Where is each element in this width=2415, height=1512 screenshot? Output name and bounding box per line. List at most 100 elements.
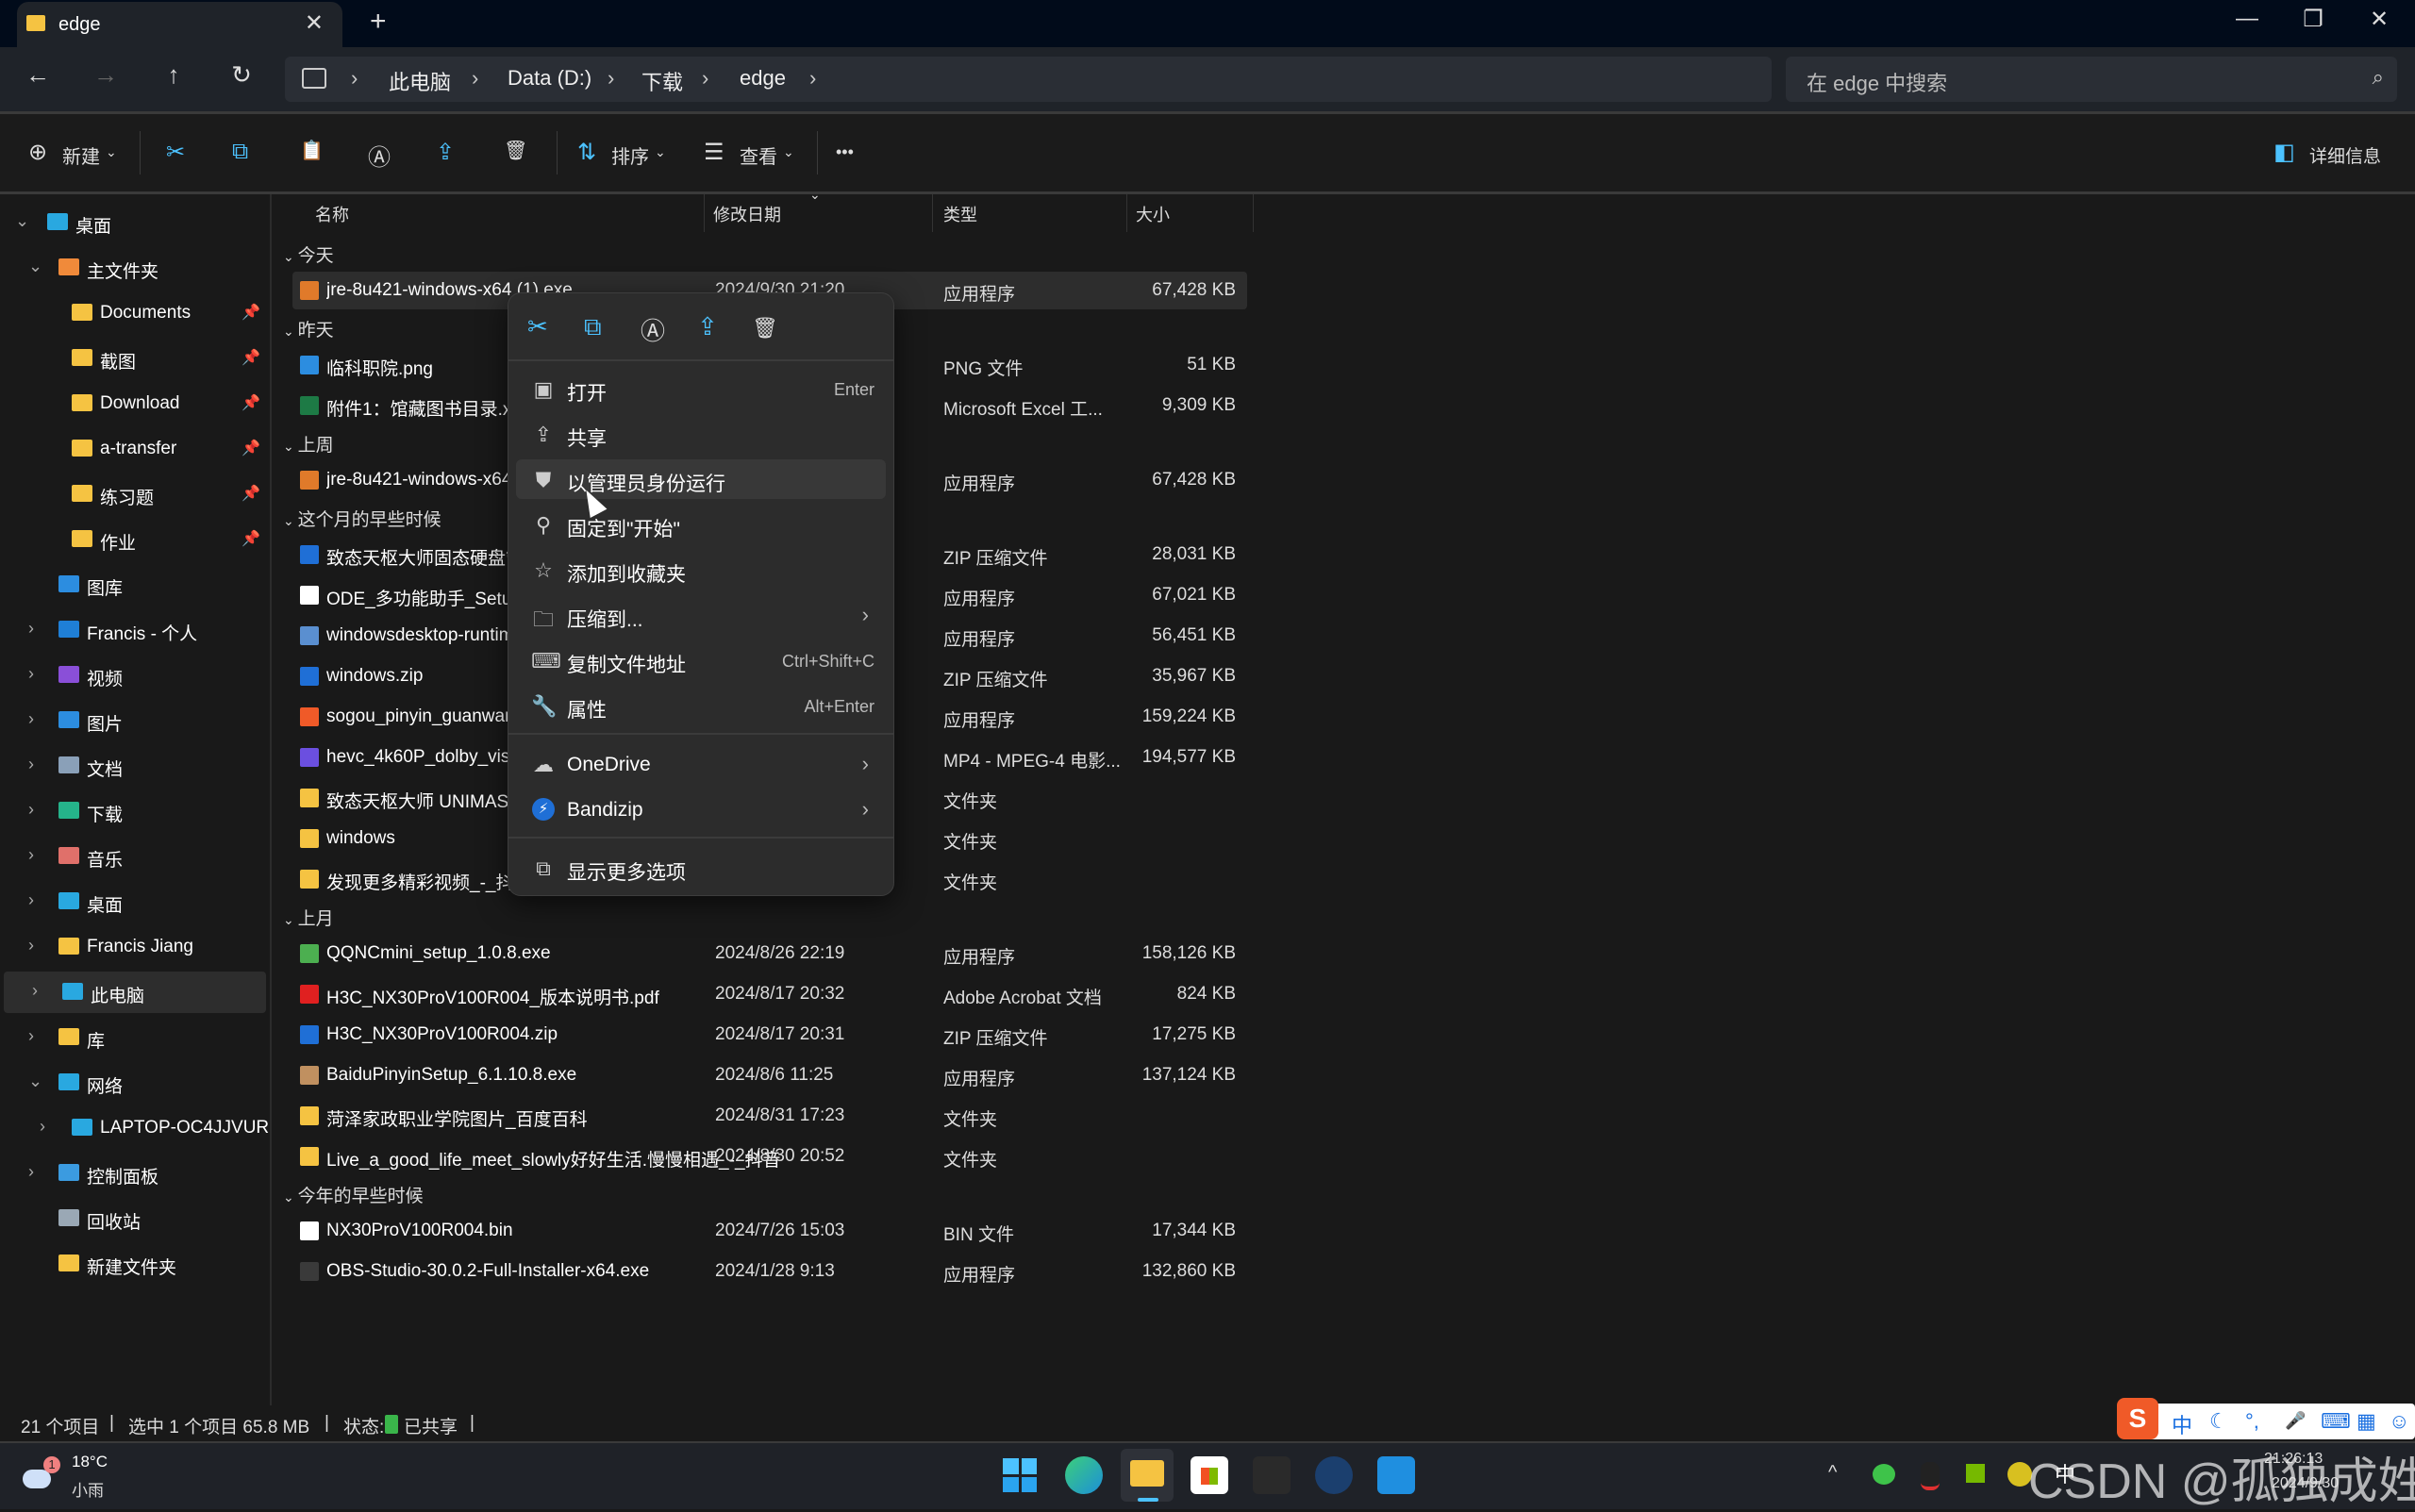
sidebar-item[interactable]: › 此电脑	[4, 972, 266, 1013]
chevron-right-icon[interactable]: ›	[32, 981, 38, 1001]
menu-item-compress-to[interactable]: 🗀 压缩到... ›	[516, 595, 886, 635]
weather-temp[interactable]: 18°C	[72, 1453, 108, 1471]
breadcrumb-chevron[interactable]: ›	[351, 66, 358, 91]
menu-item-onedrive[interactable]: ☁ OneDrive ›	[516, 744, 886, 784]
file-row[interactable]: H3C_NX30ProV100R004_版本说明书.pdf 2024/8/17 2…	[292, 975, 1247, 1013]
toolbox-icon[interactable]: ▦	[2357, 1409, 2376, 1434]
chevron-right-icon[interactable]: ›	[28, 709, 34, 729]
sidebar-item[interactable]: › 音乐	[0, 836, 268, 877]
menu-item-properties[interactable]: 🔧 属性 Alt+Enter	[516, 686, 886, 725]
file-explorer-taskbar-button[interactable]	[1121, 1449, 1174, 1502]
breadcrumb-chevron[interactable]: ›	[472, 66, 478, 91]
chevron-down-icon[interactable]: ⌄	[15, 211, 29, 231]
column-type[interactable]: 类型	[943, 202, 977, 226]
menu-item-show-more-options[interactable]: ⧉ 显示更多选项	[516, 848, 886, 888]
menu-item-run-as-admin[interactable]: ⛊ 以管理员身份运行	[516, 459, 886, 499]
sidebar-item[interactable]: 练习题 📌	[0, 474, 268, 515]
punctuation-icon[interactable]: °,	[2245, 1409, 2259, 1434]
breadcrumb-chevron[interactable]: ›	[608, 66, 614, 91]
file-row[interactable]: 菏泽家政职业学院图片_百度百科 2024/8/31 17:23 文件夹	[292, 1097, 1247, 1135]
sidebar-item[interactable]: a-transfer 📌	[0, 428, 268, 470]
sidebar-item[interactable]: › LAPTOP-OC4JJVUR	[0, 1107, 269, 1149]
new-button[interactable]: 新建	[62, 141, 100, 169]
sogou-logo-icon[interactable]: S	[2117, 1398, 2158, 1439]
sidebar-item[interactable]: › Francis - 个人	[0, 609, 268, 651]
search-icon[interactable]: ⌕	[2373, 65, 2384, 90]
details-pane-icon[interactable]: ◧	[2273, 139, 2295, 166]
rename-icon[interactable]: Ⓐ	[641, 312, 665, 347]
sidebar-item[interactable]: › 视频	[0, 655, 268, 696]
weather-widget[interactable]: 1	[23, 1456, 60, 1490]
wechat-icon[interactable]	[1873, 1464, 1895, 1485]
sidebar-item[interactable]: ⌄ 桌面	[0, 202, 268, 243]
chevron-down-icon[interactable]: ⌄	[655, 144, 666, 160]
file-row[interactable]: BaiduPinyinSetup_6.1.10.8.exe 2024/8/6 11…	[292, 1056, 1247, 1094]
chevron-down-icon[interactable]: ⌄	[28, 1072, 42, 1091]
cut-icon[interactable]: ✂	[527, 312, 548, 341]
game-app-icon[interactable]	[1253, 1456, 1291, 1494]
sidebar-item[interactable]: ⌄ 主文件夹	[0, 247, 268, 289]
sidebar-item[interactable]: ⌄ 网络	[0, 1062, 268, 1104]
chevron-down-icon[interactable]: ⌄	[283, 1189, 298, 1205]
more-options-button[interactable]: •••	[836, 142, 854, 162]
breadcrumb-downloads[interactable]: 下载	[641, 66, 683, 96]
ime-chinese-mode[interactable]: 中	[2172, 1409, 2192, 1439]
column-date[interactable]: 修改日期	[713, 202, 781, 226]
breadcrumb-this-pc[interactable]: 此电脑	[389, 66, 451, 96]
details-button[interactable]: 详细信息	[2309, 142, 2381, 168]
file-row[interactable]: Live_a_good_life_meet_slowly好好生活.慢慢相遇_-_…	[292, 1138, 1247, 1175]
copy-button[interactable]: ⧉	[232, 139, 248, 165]
chevron-down-icon[interactable]: ⌄	[283, 324, 298, 339]
microsoft-store-icon[interactable]	[1191, 1456, 1228, 1494]
menu-item-bandizip[interactable]: ⚡ Bandizip ›	[516, 789, 886, 829]
sidebar-item[interactable]: Download 📌	[0, 383, 268, 424]
breadcrumb-chevron[interactable]: ›	[809, 66, 816, 91]
chevron-down-icon[interactable]: ⌄	[28, 257, 42, 276]
chevron-right-icon[interactable]: ›	[28, 890, 34, 910]
sidebar-item[interactable]: 作业 📌	[0, 519, 268, 560]
sidebar-item[interactable]: › 库	[0, 1017, 268, 1058]
chevron-down-icon[interactable]: ⌄	[106, 144, 117, 160]
skin-icon[interactable]: ☺	[2389, 1409, 2409, 1434]
menu-item-pin-to-start[interactable]: ⚲ 固定到"开始"	[516, 505, 886, 544]
menu-item-open[interactable]: ▣ 打开 Enter	[516, 369, 886, 408]
file-row[interactable]: OBS-Studio-30.0.2-Full-Installer-x64.exe…	[292, 1253, 1247, 1290]
refresh-button[interactable]: ↻	[223, 60, 260, 90]
chevron-down-icon[interactable]: ⌄	[783, 144, 794, 160]
sidebar-item[interactable]: Documents 📌	[0, 292, 268, 334]
sidebar-item[interactable]: › Francis Jiang	[0, 926, 268, 968]
rename-button[interactable]: Ⓐ	[368, 139, 391, 172]
sidebar-item[interactable]: › 下载	[0, 790, 268, 832]
chevron-right-icon[interactable]: ›	[28, 755, 34, 774]
chevron-right-icon[interactable]: ›	[28, 800, 34, 820]
breadcrumb-edge[interactable]: edge	[740, 66, 786, 91]
group-header[interactable]: ⌄ 上月	[283, 905, 334, 930]
moon-icon[interactable]: ☾	[2209, 1409, 2228, 1434]
column-name[interactable]: 名称	[315, 202, 349, 226]
sort-icon[interactable]: ⇅	[577, 139, 596, 166]
menu-item-add-to-favorites[interactable]: ☆ 添加到收藏夹	[516, 550, 886, 590]
sidebar-item[interactable]: › 桌面	[0, 881, 268, 922]
sidebar-item[interactable]: › 文档	[0, 745, 268, 787]
new-icon[interactable]: ⊕	[28, 139, 47, 166]
start-button[interactable]	[1003, 1458, 1037, 1492]
restore-button[interactable]: ❐	[2285, 6, 2341, 33]
view-icon[interactable]: ☰	[704, 139, 724, 166]
chevron-right-icon[interactable]: ›	[40, 1117, 45, 1137]
minimize-button[interactable]: —	[2219, 6, 2275, 32]
tab-edge[interactable]: edge ✕	[17, 2, 342, 47]
edge-icon[interactable]	[1065, 1456, 1103, 1494]
search-box[interactable]: 在 edge 中搜索 ⌕	[1786, 57, 2397, 102]
chevron-right-icon[interactable]: ›	[28, 619, 34, 639]
address-bar[interactable]: › 此电脑 › Data (D:) › 下载 › edge ›	[285, 57, 1772, 102]
view-button[interactable]: 查看	[740, 141, 777, 169]
back-button[interactable]: ←	[19, 60, 57, 90]
chevron-down-icon[interactable]: ⌄	[283, 513, 298, 528]
menu-item-share[interactable]: ⇪ 共享	[516, 414, 886, 454]
weather-desc[interactable]: 小雨	[72, 1477, 104, 1501]
breadcrumb-chevron[interactable]: ›	[702, 66, 708, 91]
sidebar-item[interactable]: 新建文件夹	[0, 1243, 268, 1285]
menu-item-copy-path[interactable]: ⌨ 复制文件地址 Ctrl+Shift+C	[516, 640, 886, 680]
sidebar-item[interactable]: 截图 📌	[0, 338, 268, 379]
breadcrumb-data-d[interactable]: Data (D:)	[508, 66, 591, 91]
